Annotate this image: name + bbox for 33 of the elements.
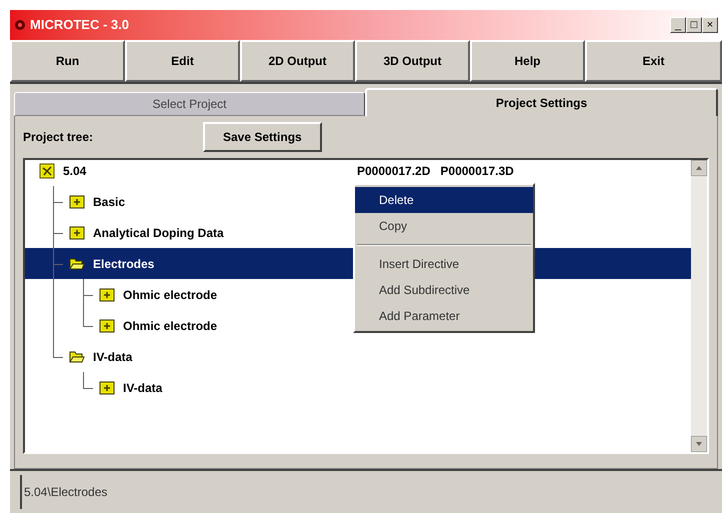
project-tree-label: Project tree: — [23, 129, 94, 146]
app-icon — [14, 19, 26, 31]
toolbar-button[interactable]: Run — [10, 40, 125, 82]
tree-item[interactable]: Basic — [91, 192, 128, 210]
save-settings-button[interactable]: Save Settings — [203, 122, 322, 152]
tree-item[interactable]: Electrodes — [91, 254, 156, 272]
status-text: 5.04\Electrodes — [24, 484, 108, 501]
tab[interactable]: Select Project — [14, 92, 365, 116]
scroll-up-arrow-icon[interactable] — [691, 160, 707, 176]
close-button[interactable]: × — [702, 17, 718, 33]
toolbar-button[interactable]: Help — [470, 40, 585, 82]
menu-item[interactable]: Delete — [355, 187, 533, 213]
tree-item[interactable]: Ohmic electrode — [121, 316, 220, 334]
tree-item[interactable]: Analytical Doping Data — [91, 224, 226, 242]
tree-item[interactable]: 5.04 — [61, 162, 88, 180]
tree-item[interactable]: IV-data — [121, 378, 164, 396]
column-value: P0000017.2D — [357, 162, 430, 180]
toolbar-button[interactable]: Edit — [125, 40, 240, 82]
toolbar-button[interactable]: 3D Output — [355, 40, 470, 82]
tree-item[interactable]: Ohmic electrode — [121, 286, 220, 304]
maximize-button[interactable]: □ — [686, 17, 702, 33]
tab[interactable]: Project Settings — [365, 88, 718, 116]
menu-item[interactable]: Add Subdirective — [355, 277, 533, 303]
menu-item[interactable]: Copy — [355, 213, 533, 239]
toolbar-button[interactable]: Exit — [585, 40, 722, 82]
scroll-down-arrow-icon[interactable] — [691, 436, 707, 452]
toolbar-button[interactable]: 2D Output — [240, 40, 355, 82]
menu-item[interactable]: Add Parameter — [355, 303, 533, 329]
menu-item[interactable]: Insert Directive — [355, 251, 533, 277]
tree-item[interactable]: IV-data — [91, 348, 134, 366]
column-value: P0000017.3D — [440, 162, 514, 180]
minimize-button[interactable]: _ — [670, 17, 686, 33]
window-title: MICROTEC - 3.0 — [30, 16, 129, 34]
